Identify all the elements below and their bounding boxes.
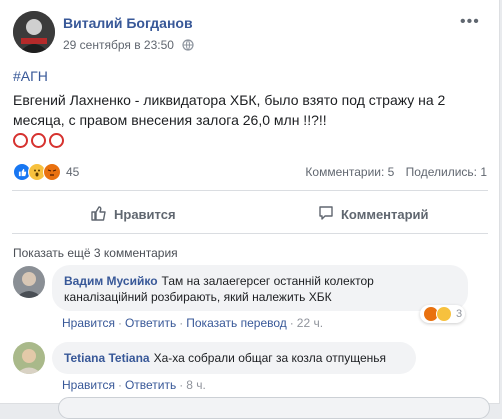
- comment-icon: [317, 204, 335, 225]
- comment-author[interactable]: Tetiana Tetiana: [64, 351, 150, 365]
- reaction-count[interactable]: 45: [66, 165, 79, 179]
- separator-dot: ·: [117, 378, 122, 392]
- like-button[interactable]: Нравится: [90, 204, 176, 225]
- comment-bubble: Вадим Мусийко Там на залаегерсег останній…: [52, 265, 468, 311]
- comment-button-label: Комментарий: [341, 207, 429, 222]
- reaction-summary[interactable]: 45: [13, 163, 79, 181]
- globe-icon: [182, 39, 194, 54]
- comment-button[interactable]: Комментарий: [317, 204, 429, 225]
- comment-reply-link[interactable]: Ответить: [125, 316, 176, 330]
- shares-count[interactable]: Поделились: 1: [406, 165, 487, 179]
- ring-emoji-icon: [31, 133, 46, 148]
- separator-dot: ·: [179, 378, 184, 392]
- like-button-label: Нравится: [114, 207, 176, 222]
- ring-emoji-icon: [13, 133, 28, 148]
- divider: [12, 190, 488, 191]
- ring-emoji-row: [13, 133, 64, 148]
- post-author[interactable]: Виталий Богданов: [63, 15, 193, 31]
- post-card: Виталий Богданов 29 сентября в 23:50 •••…: [0, 0, 500, 419]
- post-timestamp[interactable]: 29 сентября в 23:50: [63, 38, 194, 54]
- comment-input[interactable]: [58, 397, 490, 419]
- angry-icon: [43, 163, 61, 181]
- post-hashtag[interactable]: #АГН: [13, 68, 48, 84]
- ring-emoji-icon: [49, 133, 64, 148]
- commenter-avatar[interactable]: [13, 266, 45, 298]
- post-time-text[interactable]: 29 сентября в 23:50: [63, 38, 174, 52]
- comment-author[interactable]: Вадим Мусийко: [64, 274, 158, 288]
- show-more-comments-link[interactable]: Показать ещё 3 комментария: [13, 246, 178, 260]
- comment-reactions[interactable]: 3: [420, 305, 466, 323]
- separator-dot: ·: [179, 316, 184, 330]
- separator-dot: ·: [289, 316, 294, 330]
- author-avatar[interactable]: [13, 11, 55, 53]
- comment-reaction-count: 3: [456, 308, 463, 320]
- comment-actions: Нравится · Ответить · 8 ч.: [62, 378, 206, 392]
- comment-actions: Нравится · Ответить · Показать перевод · 22 ч.: [62, 316, 323, 330]
- thumbs-up-icon: [90, 204, 108, 225]
- comment-reply-link[interactable]: Ответить: [125, 378, 176, 392]
- post-stats: Комментарии: 5 Поделились: 1: [297, 165, 487, 179]
- comment-like-link[interactable]: Нравится: [62, 378, 115, 392]
- post-text: Евгений Лахненко - ликвидатора ХБК, было…: [13, 92, 446, 128]
- comments-count[interactable]: Комментарии: 5: [305, 165, 394, 179]
- comment-timestamp[interactable]: 8 ч.: [186, 378, 206, 392]
- divider: [12, 233, 488, 234]
- separator-dot: ·: [117, 316, 122, 330]
- comment-text: Ха-ха собрали общаг за козла отпущенья: [153, 351, 387, 365]
- comment-bubble: Tetiana Tetiana Ха-ха собрали общаг за ко…: [52, 342, 416, 374]
- wow-icon: [436, 306, 452, 322]
- comment-timestamp[interactable]: 22 ч.: [297, 316, 323, 330]
- comment-like-link[interactable]: Нравится: [62, 316, 115, 330]
- commenter-avatar[interactable]: [13, 342, 45, 374]
- more-options-icon[interactable]: •••: [460, 13, 480, 31]
- show-translation-link[interactable]: Показать перевод: [186, 316, 287, 330]
